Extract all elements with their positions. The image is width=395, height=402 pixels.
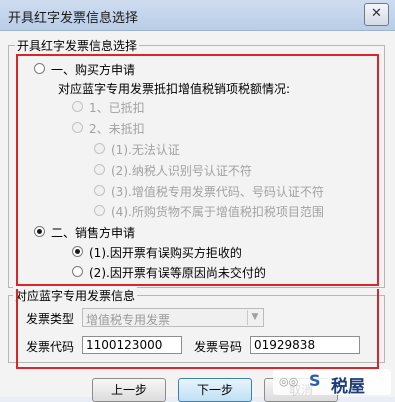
watermark-brand: 税屋 [331, 377, 365, 397]
buyer-label: 一、购买方申请 [51, 63, 136, 77]
selection-group-legend: 开具红字发票信息选择 [15, 37, 140, 54]
invoice-number-label: 发票号码 [194, 340, 243, 354]
seller-reason-1-radio[interactable] [72, 246, 83, 257]
invoice-code-label: 发票代码 [26, 340, 75, 354]
buyer-reason-1[interactable]: (1).无法认证 [94, 141, 180, 158]
brand-logo-icon: S [309, 371, 321, 390]
deducted-label: 1、已抵扣 [89, 101, 145, 115]
buyer-reason-1-radio[interactable] [94, 143, 105, 154]
seller-reason-2[interactable]: (2).因开票有误等原因尚未交付的 [72, 264, 266, 281]
invoice-type-value: 增值税专用发票 [86, 313, 171, 327]
seller-reason-2-label: (2).因开票有误等原因尚未交付的 [89, 266, 266, 280]
buyer-reason-3-radio[interactable] [94, 185, 105, 196]
seller-reason-1-label: (1).因开票有误购买方拒收的 [89, 246, 242, 260]
buyer-reason-4[interactable]: (4).所购货物不属于增值税扣税项目范围 [94, 203, 324, 220]
buyer-reason-4-label: (4).所购货物不属于增值税扣税项目范围 [111, 205, 324, 219]
not-deducted-radio[interactable] [72, 122, 83, 133]
watermark: ◎◎ S 税屋 [273, 369, 391, 397]
close-icon: ✕ [371, 6, 382, 21]
dialog-body: 开具红字发票信息选择 一、购买方申请 对应蓝字专用发票抵扣增值税销项税额情况: … [0, 31, 395, 402]
seller-reason-2-radio[interactable] [72, 266, 83, 277]
seller-reason-1[interactable]: (1).因开票有误购买方拒收的 [72, 244, 242, 261]
invoice-type-select[interactable]: 增值税专用发票 ▼ [82, 308, 264, 327]
buyer-subtitle: 对应蓝字专用发票抵扣增值税销项税额情况: [58, 82, 291, 96]
buyer-reason-2-label: (2).纳税人识别号认证不符 [111, 164, 252, 178]
prev-button[interactable]: 上一步 [92, 378, 166, 402]
deducted-option[interactable]: 1、已抵扣 [72, 99, 145, 116]
seller-label: 二、销售方申请 [51, 226, 136, 240]
next-button[interactable]: 下一步 [178, 378, 252, 402]
deducted-radio[interactable] [72, 101, 83, 112]
invoice-code-field[interactable]: 1100123000 [82, 336, 182, 354]
buyer-reason-1-label: (1).无法认证 [111, 143, 180, 157]
window-title: 开具红字发票信息选择 [8, 11, 139, 26]
invoice-number-field[interactable]: 01929838 [250, 336, 360, 354]
buyer-reason-2-radio[interactable] [94, 164, 105, 175]
buyer-reason-2[interactable]: (2).纳税人识别号认证不符 [94, 162, 252, 179]
buyer-reason-3[interactable]: (3).增值税专用发票代码、号码认证不符 [94, 183, 324, 200]
buyer-reason-3-label: (3).增值税专用发票代码、号码认证不符 [111, 185, 324, 199]
buyer-option[interactable]: 一、购买方申请 [34, 61, 135, 78]
not-deducted-label: 2、未抵扣 [89, 122, 145, 136]
buyer-reason-4-radio[interactable] [94, 205, 105, 216]
not-deducted-option[interactable]: 2、未抵扣 [72, 120, 145, 137]
chevron-down-icon: ▼ [247, 310, 262, 325]
seller-radio[interactable] [34, 226, 45, 237]
invoice-type-label: 发票类型 [26, 312, 75, 326]
title-bar: 开具红字发票信息选择 ✕ [0, 0, 395, 31]
chat-bubble-icon: ◎◎ [279, 375, 299, 388]
buyer-radio[interactable] [34, 63, 45, 74]
close-button[interactable]: ✕ [364, 3, 389, 26]
invoice-highlight-frame [16, 289, 379, 369]
seller-option[interactable]: 二、销售方申请 [34, 224, 135, 241]
